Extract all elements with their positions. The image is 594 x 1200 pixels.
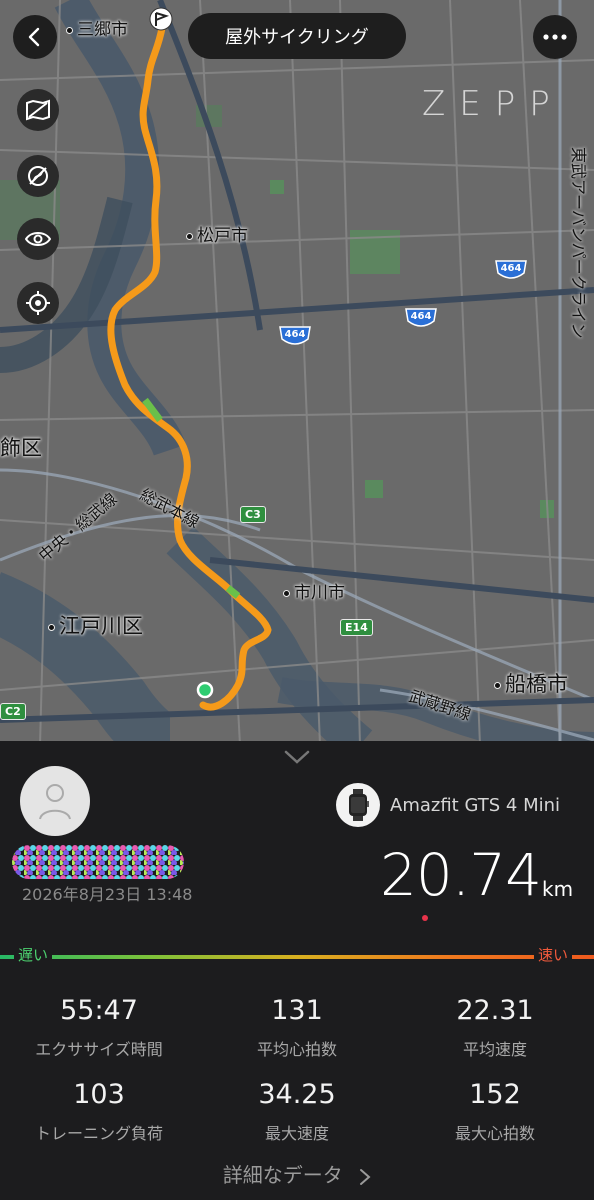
map-style-button[interactable] (17, 89, 59, 131)
route-map[interactable]: 三郷市 松戸市 飾区 江戸川区 市川市 船橋市 中央・総武線 総武本線 武蔵野線… (0, 0, 594, 745)
route-shield-464: 464 (278, 325, 312, 347)
view-toggle-button[interactable] (17, 218, 59, 260)
activity-datetime: 2026年8月23日 13:48 (22, 885, 193, 904)
map-style-icon (26, 99, 50, 121)
map-label-edogawa: 江戸川区 (48, 610, 143, 640)
activity-type-title: 屋外サイクリング (188, 13, 406, 59)
detailed-data-label: 詳細なデータ (222, 1163, 343, 1187)
stat-training-load: 103 トレーニング負荷 (0, 1079, 198, 1144)
stat-max-speed: 34.25 最大速度 (198, 1079, 396, 1144)
expressway-label-c2: C2 (0, 703, 26, 720)
collapse-handle[interactable] (284, 749, 310, 768)
distance-value: 20.74 (380, 841, 542, 909)
map-label-katsushika: 飾区 (0, 436, 42, 460)
route-shield-464: 464 (404, 307, 438, 329)
avatar[interactable] (20, 766, 90, 836)
stat-label: 平均速度 (462, 1040, 527, 1059)
map-label-funabashi: 船橋市 (494, 668, 568, 698)
indicator-dot (422, 915, 428, 921)
distance-unit: km (542, 877, 574, 901)
slow-label: 遅い (14, 944, 53, 965)
stat-exercise-time: 55:47 エクササイズ時間 (0, 995, 198, 1060)
stat-label: エクササイズ時間 (35, 1040, 163, 1059)
stat-value: 22.31 (456, 995, 534, 1026)
device-avatar (336, 783, 380, 827)
hide-route-button[interactable] (17, 155, 59, 197)
username-masked (12, 845, 184, 879)
stat-value: 152 (469, 1079, 521, 1110)
eye-icon (25, 232, 51, 246)
map-label-matsudo: 松戸市 (186, 221, 248, 246)
chevron-down-icon (284, 750, 310, 764)
stat-label: 最大速度 (264, 1124, 329, 1143)
speed-gradient-bar (0, 955, 594, 959)
fast-label: 速い (534, 944, 573, 965)
smartwatch-icon (349, 789, 369, 821)
stat-avg-heart-rate: 131 平均心拍数 (198, 995, 396, 1060)
stat-value: 34.25 (258, 1079, 336, 1110)
start-marker (196, 681, 214, 699)
more-button[interactable] (533, 15, 577, 59)
stat-label: 最大心拍数 (454, 1124, 535, 1143)
stat-avg-speed: 22.31 平均速度 (396, 995, 594, 1060)
stat-value: 55:47 (60, 995, 138, 1026)
user-icon (39, 784, 71, 820)
stat-value: 131 (271, 995, 323, 1026)
route-shield-464: 464 (494, 259, 528, 281)
zepp-logo: ZEPP (422, 84, 564, 124)
locate-button[interactable] (17, 282, 59, 324)
chevron-left-icon (28, 27, 40, 47)
map-label-tobu-urban: 東武アーバンパークライン (569, 147, 588, 339)
stat-value: 103 (73, 1079, 125, 1110)
device-name: Amazfit GTS 4 Mini (390, 795, 561, 816)
more-horizontal-icon (543, 34, 567, 40)
detailed-data-link[interactable]: 詳細なデータ (0, 1159, 594, 1188)
map-label-ichikawa: 市川市 (283, 578, 345, 603)
chevron-right-icon (360, 1168, 371, 1185)
activity-summary-panel: Amazfit GTS 4 Mini 2026年8月23日 13:48 20.7… (0, 741, 594, 1200)
back-button[interactable] (13, 15, 57, 59)
expressway-label-c3: C3 (240, 506, 266, 523)
locate-icon (26, 291, 50, 315)
stat-label: 平均心拍数 (256, 1040, 337, 1059)
map-label-misato: 三郷市 (66, 15, 128, 40)
hide-route-icon (28, 166, 48, 186)
stat-label: トレーニング負荷 (34, 1124, 163, 1143)
stat-max-heart-rate: 152 最大心拍数 (396, 1079, 594, 1144)
expressway-label-e14: E14 (340, 619, 373, 636)
